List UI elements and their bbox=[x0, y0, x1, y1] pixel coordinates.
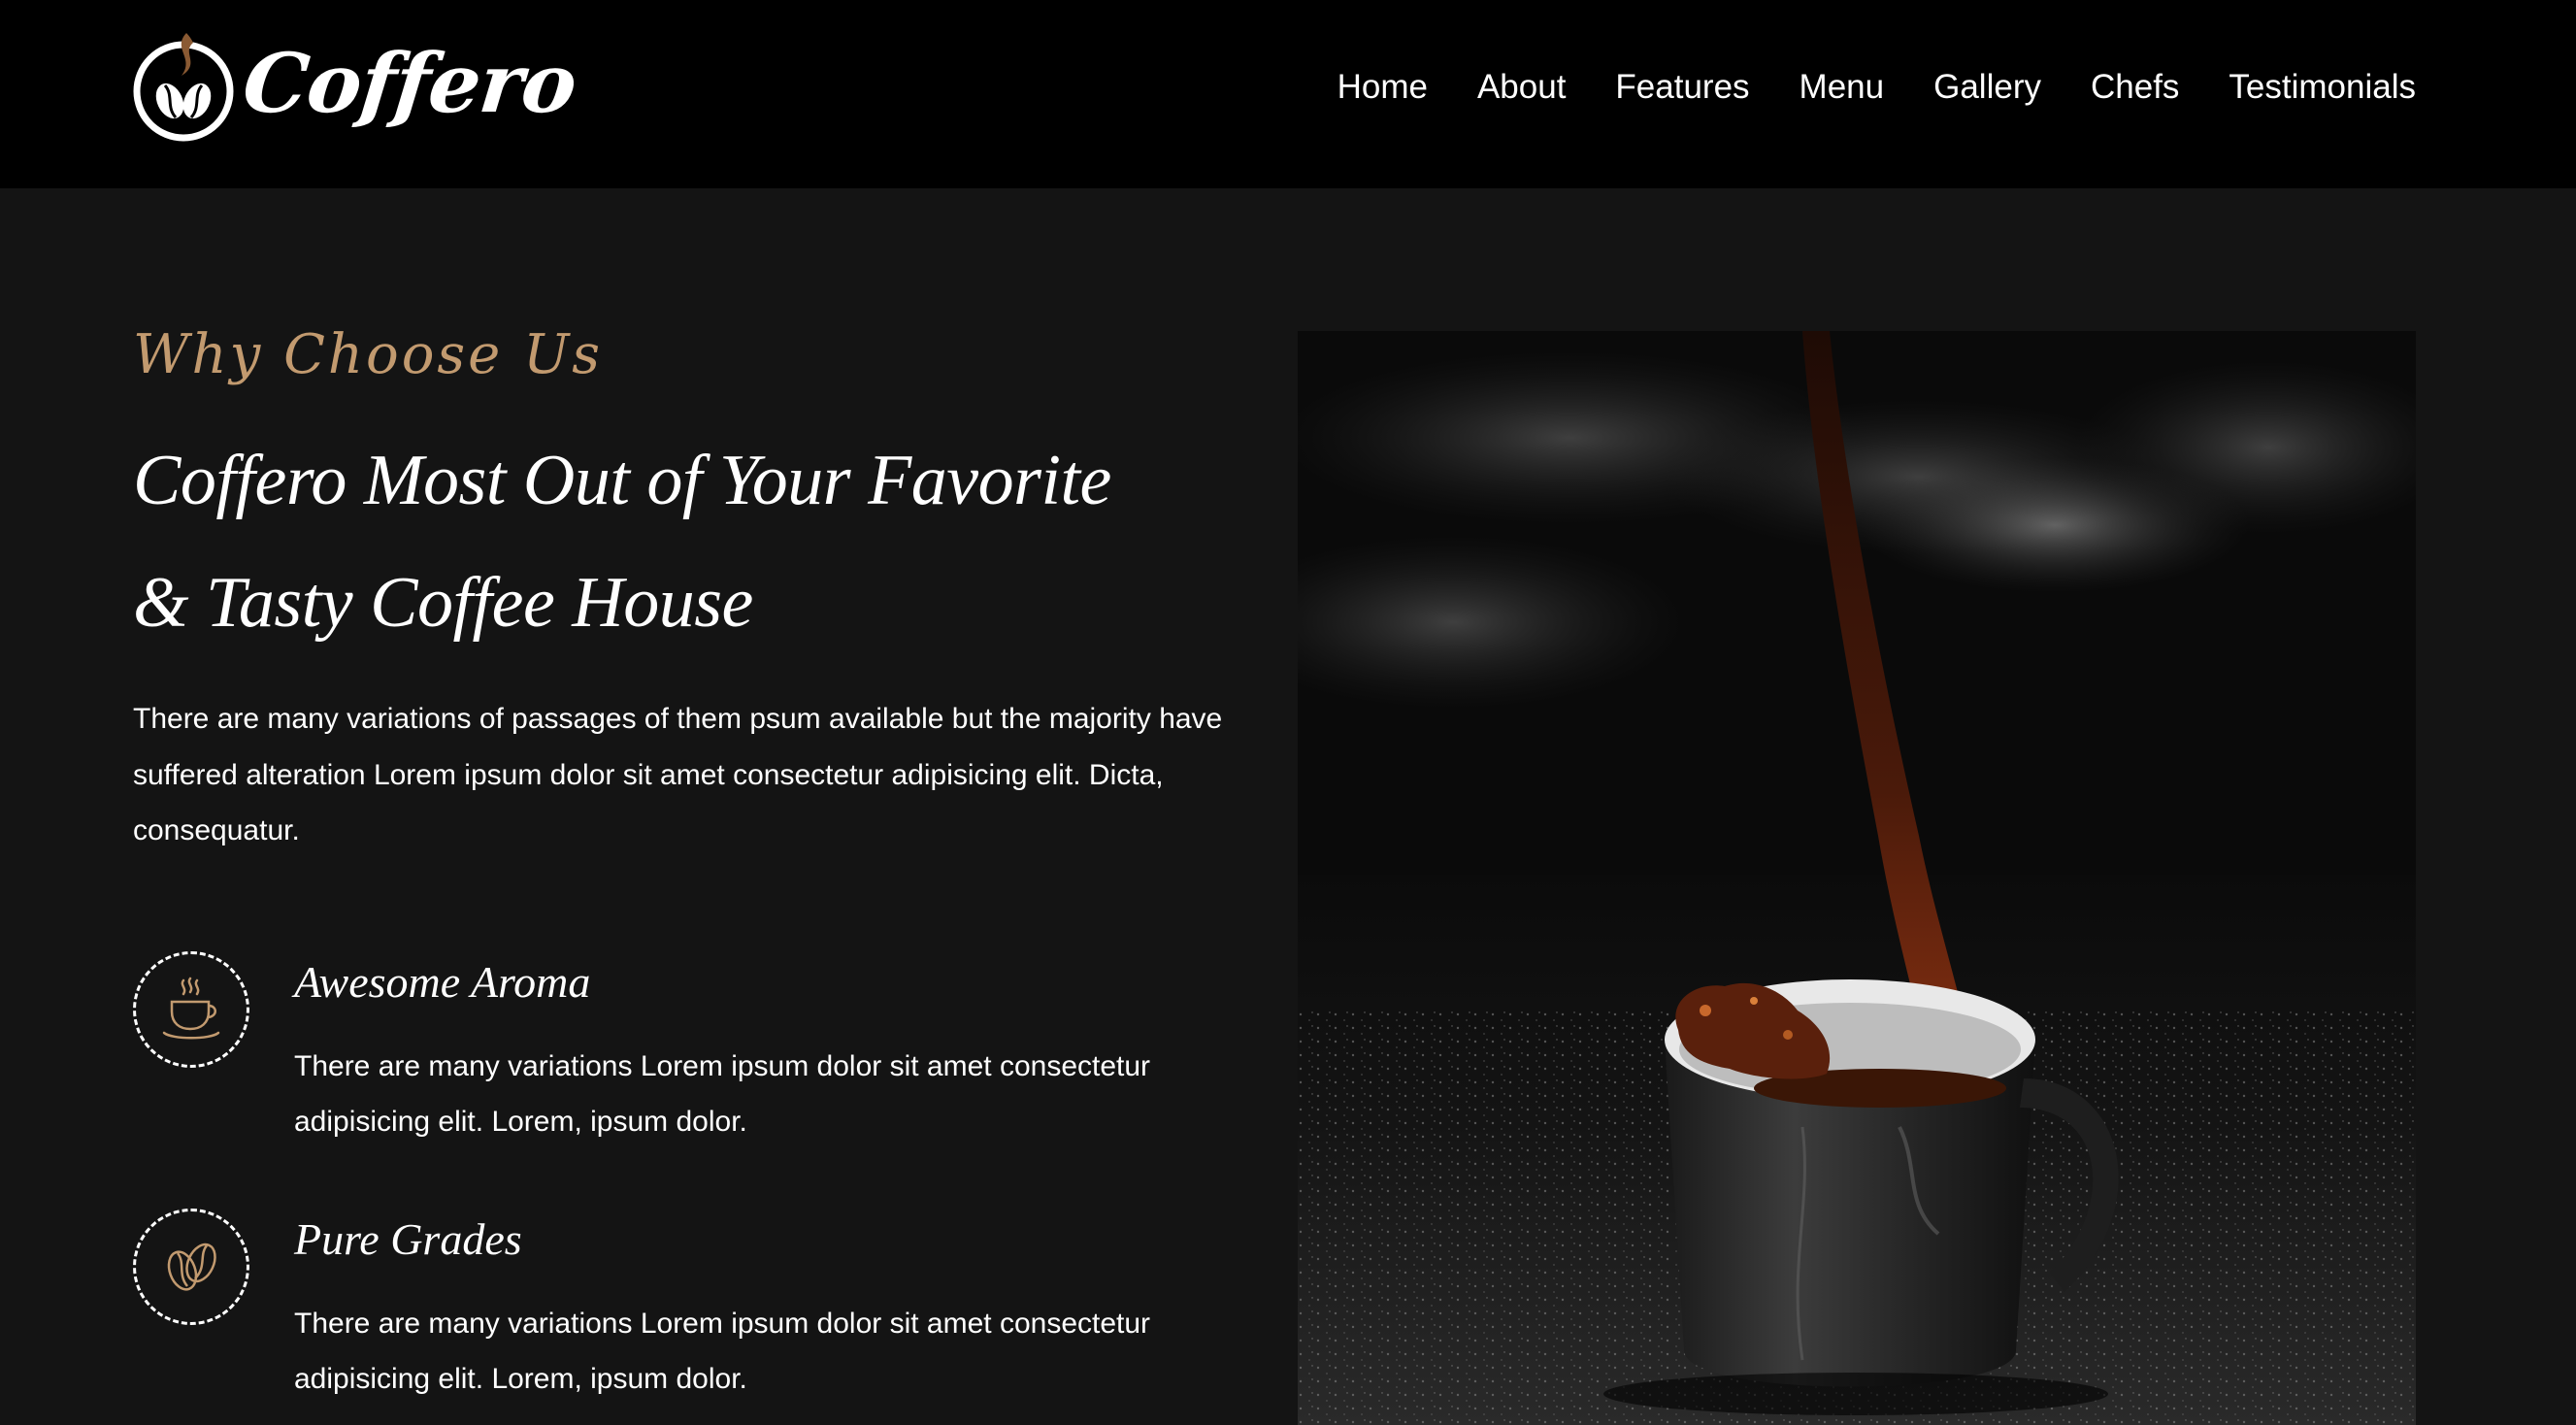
headline-line-2: & Tasty Coffee House bbox=[133, 563, 753, 643]
nav-features[interactable]: Features bbox=[1615, 62, 1749, 113]
coffee-bean-cup-logo-icon bbox=[133, 33, 234, 142]
nav-menu[interactable]: Menu bbox=[1800, 62, 1885, 113]
section-eyebrow: Why Choose Us bbox=[133, 323, 604, 386]
feature-description: There are many variations Lorem ipsum do… bbox=[294, 1050, 1151, 1138]
site-header: Coffero Home About Features Menu Gallery… bbox=[0, 0, 2576, 188]
headline-line-1: Coffero Most Out of Your Favorite bbox=[133, 441, 1111, 520]
feature-title: Awesome Aroma bbox=[294, 957, 591, 1007]
feature-title: Pure Grades bbox=[294, 1214, 522, 1264]
main-nav: Home About Features Menu Gallery Chefs T… bbox=[1338, 62, 2416, 113]
coffee-bean-icon bbox=[133, 1209, 249, 1325]
nav-about[interactable]: About bbox=[1477, 62, 1566, 113]
steaming-cup-icon bbox=[133, 951, 249, 1068]
nav-testimonials[interactable]: Testimonials bbox=[2229, 62, 2416, 113]
nav-home[interactable]: Home bbox=[1338, 62, 1428, 113]
section-intro: There are many variations of passages of… bbox=[133, 703, 1223, 846]
brand-logo[interactable]: Coffero bbox=[133, 25, 580, 142]
nav-chefs[interactable]: Chefs bbox=[2091, 62, 2179, 113]
brand-name: Coffero bbox=[238, 35, 581, 131]
feature-description: There are many variations Lorem ipsum do… bbox=[294, 1308, 1151, 1395]
feature-awesome-aroma: Awesome Aroma There are many variations … bbox=[133, 951, 1259, 1145]
coffee-pour-photo bbox=[1298, 331, 2416, 1425]
feature-pure-grades: Pure Grades There are many variations Lo… bbox=[133, 1209, 1259, 1403]
section-headline: Coffero Most Out of Your Favorite & Tast… bbox=[133, 419, 1278, 664]
nav-gallery[interactable]: Gallery bbox=[1933, 62, 2041, 113]
